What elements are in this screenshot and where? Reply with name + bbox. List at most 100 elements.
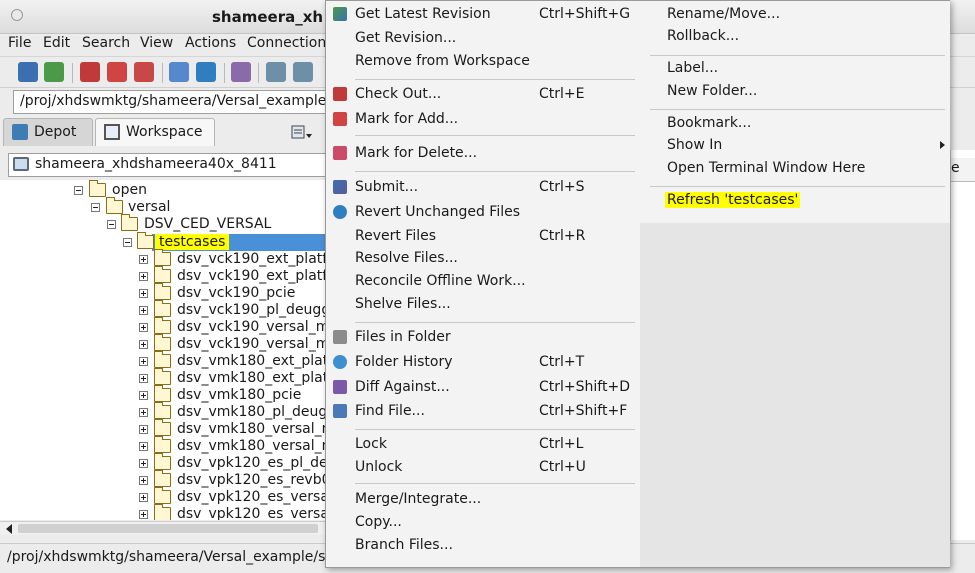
- menu-edit[interactable]: Edit: [43, 35, 70, 51]
- expand-icon[interactable]: [139, 391, 148, 400]
- tree-item-versal[interactable]: versal: [0, 197, 330, 216]
- collapse-icon[interactable]: [74, 186, 83, 195]
- filter-dropdown-icon[interactable]: [290, 124, 312, 142]
- menu-item-find-file[interactable]: Find File... Ctrl+Shift+F: [326, 399, 640, 422]
- scroll-thumb[interactable]: [18, 524, 318, 533]
- menu-item-files-in-folder[interactable]: Files in Folder: [326, 325, 640, 348]
- expand-icon[interactable]: [139, 493, 148, 502]
- tab-workspace[interactable]: Workspace: [95, 118, 215, 146]
- expand-icon[interactable]: [139, 255, 148, 264]
- menu-item-folder-history[interactable]: Folder History Ctrl+T: [326, 350, 640, 373]
- menu-item-mark-for-delete[interactable]: Mark for Delete...: [326, 141, 640, 164]
- mark-delete-icon[interactable]: [134, 62, 154, 82]
- menu-item-submit[interactable]: Submit... Ctrl+S: [326, 175, 640, 198]
- menu-item-revert-unchanged-files[interactable]: Revert Unchanged Files: [326, 200, 640, 223]
- expand-icon[interactable]: [139, 459, 148, 468]
- expand-icon[interactable]: [139, 510, 148, 519]
- menu-connection[interactable]: Connection: [247, 35, 326, 51]
- scroll-left-icon[interactable]: [6, 524, 12, 534]
- menu-item-label[interactable]: Label...: [640, 56, 950, 79]
- diff-icon[interactable]: [231, 62, 251, 82]
- mark-add-icon[interactable]: [107, 62, 127, 82]
- history-icon[interactable]: [169, 62, 189, 82]
- check-out-icon[interactable]: [80, 62, 100, 82]
- tree-item[interactable]: dsv_vck190_versal_mb: [0, 334, 330, 353]
- menu-item-rename-move[interactable]: Rename/Move...: [640, 2, 950, 25]
- tree-item-dsv[interactable]: DSV_CED_VERSAL: [0, 214, 330, 233]
- files-folder-icon: [333, 330, 347, 344]
- menu-actions[interactable]: Actions: [185, 35, 236, 51]
- tree-item[interactable]: dsv_vck190_ext_platfor: [0, 266, 330, 285]
- menu-item-resolve-files[interactable]: Resolve Files...: [326, 246, 640, 269]
- workspace-name: shameera_xhdshameera40x_8411: [35, 156, 277, 172]
- menu-item-copy[interactable]: Copy...: [326, 510, 640, 533]
- path-bar[interactable]: /proj/xhdswmktg/shameera/Versal_example/…: [13, 90, 333, 114]
- menu-item-mark-for-add[interactable]: Mark for Add...: [326, 107, 640, 130]
- tree-item[interactable]: dsv_vmk180_versal_mb: [0, 419, 330, 438]
- tree-item[interactable]: dsv_vck190_pcie: [0, 283, 330, 302]
- history-icon: [333, 355, 347, 369]
- expand-icon[interactable]: [139, 340, 148, 349]
- menu-item-diff-against[interactable]: Diff Against... Ctrl+Shift+D: [326, 375, 640, 398]
- revert-icon[interactable]: [196, 62, 216, 82]
- tree-item[interactable]: dsv_vck190_pl_deugge: [0, 300, 330, 319]
- menu-item-new-folder[interactable]: New Folder...: [640, 79, 950, 102]
- workspace-selector[interactable]: shameera_xhdshameera40x_8411: [8, 153, 330, 177]
- expand-icon[interactable]: [139, 357, 148, 366]
- toolbar-separator: [224, 63, 225, 83]
- tree-item[interactable]: dsv_vmk180_ext_platfo: [0, 368, 330, 387]
- get-latest-icon[interactable]: [18, 62, 38, 82]
- tree-item-testcases[interactable]: testcases: [0, 232, 330, 251]
- menu-item-revert-files[interactable]: Revert Files Ctrl+R: [326, 224, 640, 247]
- tree-item[interactable]: dsv_vck190_versal_mb: [0, 317, 330, 336]
- menu-item-unlock[interactable]: Unlock Ctrl+U: [326, 455, 640, 478]
- menu-item-open-terminal-window-here[interactable]: Open Terminal Window Here: [640, 156, 950, 179]
- menu-item-remove-from-workspace[interactable]: Remove from Workspace: [326, 49, 640, 72]
- menu-item-refresh-testcases[interactable]: Refresh 'testcases': [640, 188, 950, 211]
- menu-item-get-latest-revision[interactable]: Get Latest Revision Ctrl+Shift+G: [326, 2, 640, 25]
- menu-item-label: Mark for Add...: [355, 111, 459, 127]
- expand-icon[interactable]: [139, 306, 148, 315]
- menu-item-show-in[interactable]: Show In: [640, 133, 950, 156]
- tree-item[interactable]: dsv_vmk180_versal_mb: [0, 436, 330, 455]
- menu-item-rollback[interactable]: Rollback...: [640, 24, 950, 47]
- menu-item-branch-files[interactable]: Branch Files...: [326, 533, 640, 556]
- expand-icon[interactable]: [139, 374, 148, 383]
- menu-item-lock[interactable]: Lock Ctrl+L: [326, 432, 640, 455]
- expand-icon[interactable]: [139, 442, 148, 451]
- workspace-tree-icon[interactable]: [293, 62, 313, 82]
- tree-item[interactable]: dsv_vpk120_es_revb01: [0, 470, 330, 489]
- menu-item-check-out[interactable]: Check Out... Ctrl+E: [326, 82, 640, 105]
- tree-item[interactable]: dsv_vmk180_ext_platfo: [0, 351, 330, 370]
- tree-item-open[interactable]: open: [0, 180, 330, 199]
- collapse-icon[interactable]: [123, 238, 132, 247]
- collapse-icon[interactable]: [107, 220, 116, 229]
- expand-icon[interactable]: [139, 289, 148, 298]
- expand-icon[interactable]: [139, 323, 148, 332]
- menu-file[interactable]: File: [8, 35, 31, 51]
- workspace-icon[interactable]: [266, 62, 286, 82]
- menu-item-bookmark[interactable]: Bookmark...: [640, 111, 950, 134]
- menu-item-label: Bookmark...: [667, 115, 752, 131]
- horizontal-scrollbar[interactable]: [0, 521, 330, 535]
- menu-item-get-revision[interactable]: Get Revision...: [326, 26, 640, 49]
- tree-item[interactable]: dsv_vpk120_es_versal_: [0, 504, 330, 520]
- collapse-icon[interactable]: [91, 203, 100, 212]
- menu-item-shelve-files[interactable]: Shelve Files...: [326, 292, 640, 315]
- menu-item-reconcile-offline-work[interactable]: Reconcile Offline Work...: [326, 269, 640, 292]
- submit-icon[interactable]: [44, 62, 64, 82]
- expand-icon[interactable]: [139, 408, 148, 417]
- tree-item[interactable]: dsv_vpk120_es_versal_: [0, 487, 330, 506]
- tree-item[interactable]: dsv_vmk180_pl_deugge: [0, 402, 330, 421]
- menu-view[interactable]: View: [140, 35, 173, 51]
- tree-item[interactable]: dsv_vpk120_es_pl_deug: [0, 453, 330, 472]
- tree-item[interactable]: dsv_vmk180_pcie: [0, 385, 330, 404]
- tab-depot[interactable]: Depot: [3, 118, 93, 146]
- expand-icon[interactable]: [139, 425, 148, 434]
- tree-item[interactable]: dsv_vck190_ext_platfor: [0, 249, 330, 268]
- menu-search[interactable]: Search: [82, 35, 130, 51]
- window-close-icon[interactable]: [11, 9, 23, 21]
- expand-icon[interactable]: [139, 476, 148, 485]
- menu-item-merge-integrate[interactable]: Merge/Integrate...: [326, 487, 640, 510]
- expand-icon[interactable]: [139, 272, 148, 281]
